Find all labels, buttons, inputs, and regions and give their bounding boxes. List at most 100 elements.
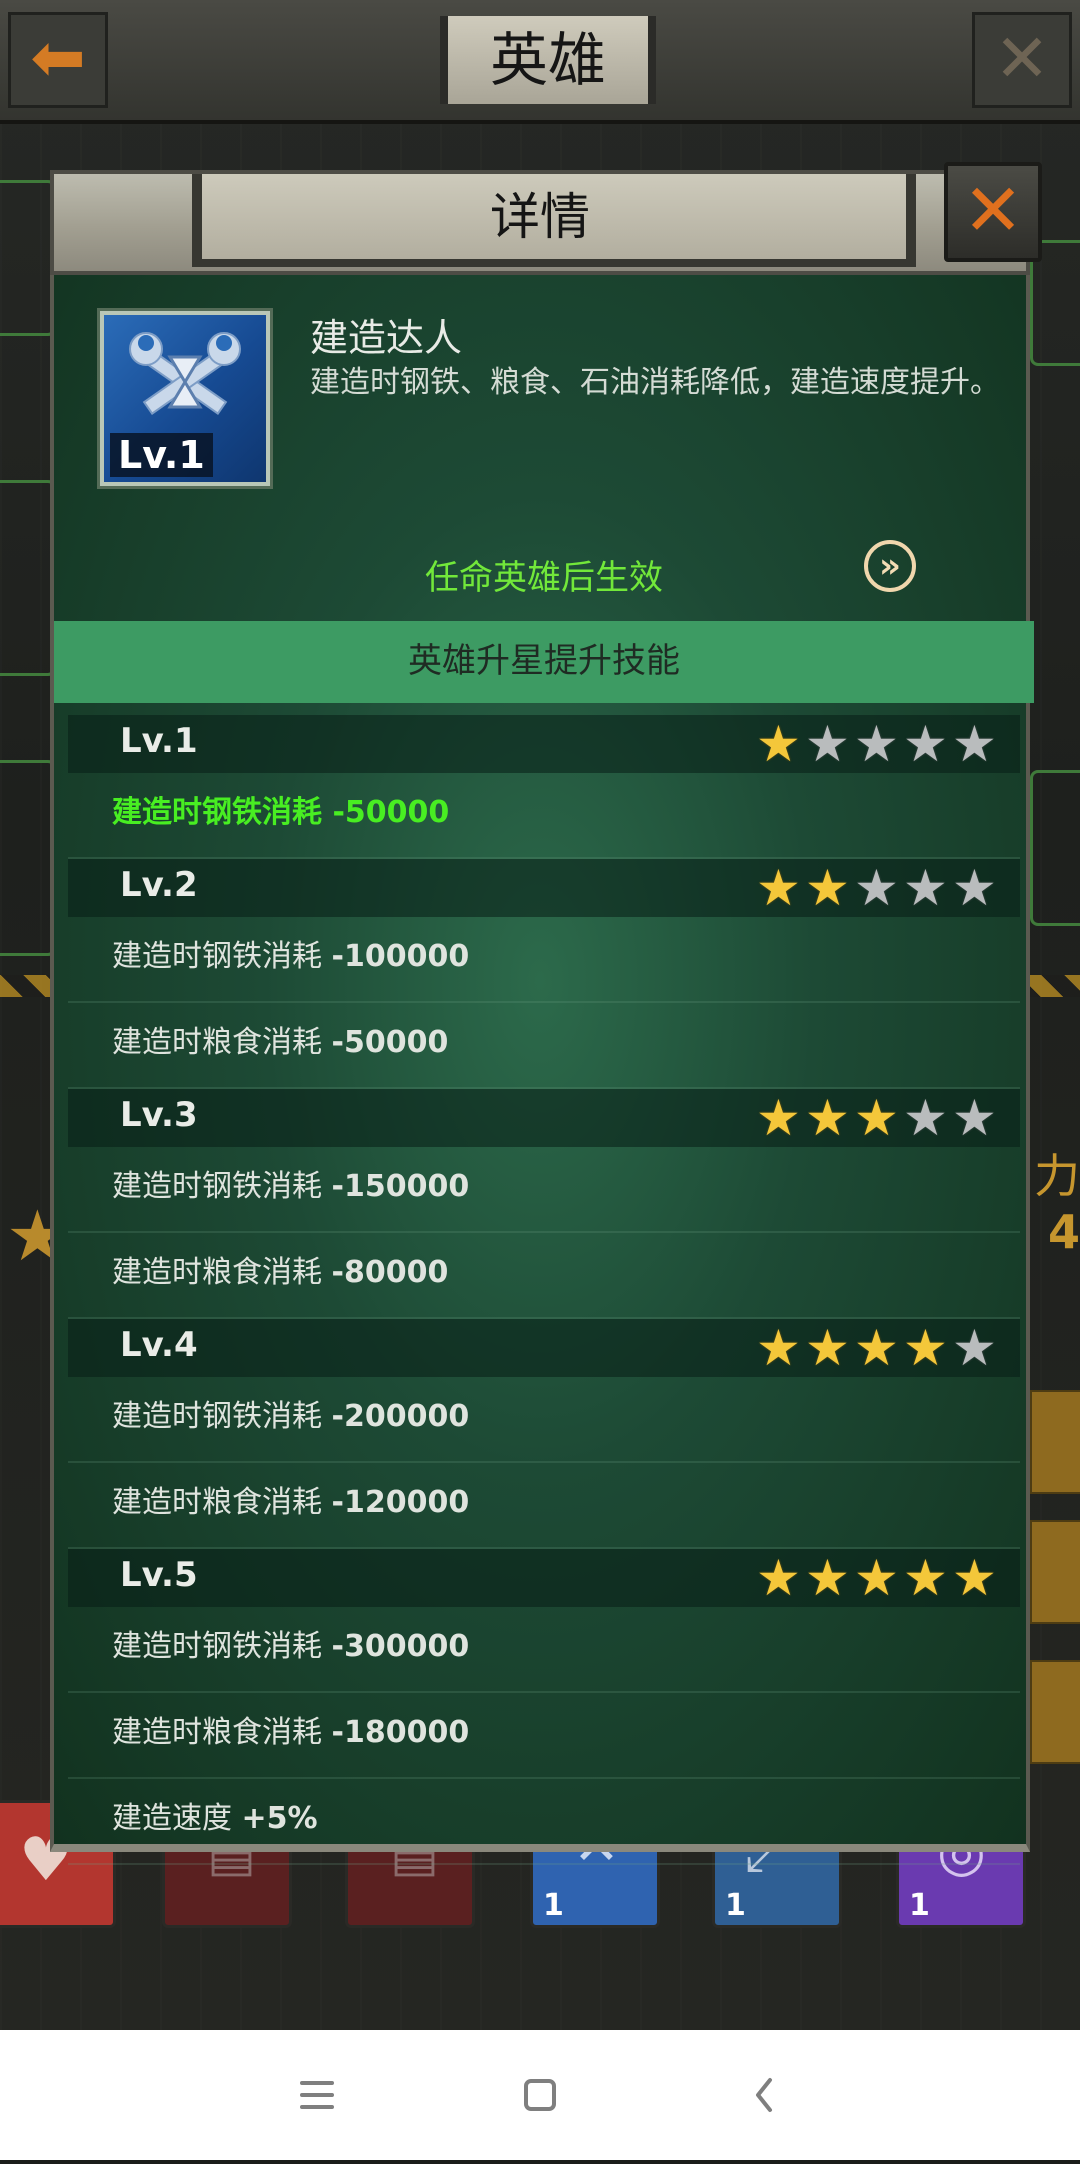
home-icon <box>524 2079 556 2111</box>
effect-text: 建造速度 +5% <box>112 1793 318 1837</box>
side-frame-right-2 <box>1030 770 1080 926</box>
star-empty-icon: ★ <box>952 859 997 917</box>
star-empty-icon: ★ <box>854 859 899 917</box>
skill-name: 建造达人 <box>310 316 463 360</box>
effect-name: 建造时粮食消耗 <box>112 1255 322 1290</box>
star-rating: ★★★★★ <box>751 715 997 773</box>
effect-row: 建造时粮食消耗 -180000 <box>68 1693 1020 1779</box>
star-filled-icon: ★ <box>854 1089 899 1147</box>
effect-value: -180000 <box>331 1715 470 1750</box>
effect-row: 建造时粮食消耗 -120000 <box>68 1463 1020 1549</box>
dialog-close-button[interactable]: ✕ <box>944 162 1042 262</box>
effect-row: 建造时钢铁消耗 -200000 <box>68 1377 1020 1463</box>
menu-icon <box>300 2081 334 2109</box>
level-list: Lv.1 ★★★★★ 建造时钢铁消耗 -50000 Lv.2 ★★★★★ 建造时钢铁消耗 … <box>68 715 1020 1865</box>
effect-name: 建造时粮食消耗 <box>112 1715 322 1750</box>
effect-value: -150000 <box>331 1169 470 1204</box>
effect-name: 建造时钢铁消耗 <box>112 795 322 830</box>
effect-text: 建造时钢铁消耗 -100000 <box>112 931 469 975</box>
wrench-hourglass-icon <box>129 332 241 415</box>
side-frame-left-3 <box>0 760 56 956</box>
skill-level-badge: Lv.1 <box>110 433 213 477</box>
level-header: Lv.5 ★★★★★ <box>68 1549 1020 1607</box>
effect-value: -100000 <box>331 939 470 974</box>
star-empty-icon: ★ <box>903 1089 948 1147</box>
skill-detail-dialog: 详情 ✕ Lv.1 建造达人 建造时钢铁、粮食、石油消耗降低，建造速度提升。 任… <box>50 162 1042 1865</box>
level-label: Lv.3 <box>120 1095 198 1135</box>
close-icon: ✕ <box>994 20 1050 97</box>
effect-text: 建造时粮食消耗 -120000 <box>112 1477 469 1521</box>
level-header: Lv.2 ★★★★★ <box>68 859 1020 917</box>
star-filled-icon: ★ <box>854 1549 899 1607</box>
effect-name: 建造时粮食消耗 <box>112 1485 322 1520</box>
effect-name: 建造时钢铁消耗 <box>112 1629 322 1664</box>
star-filled-icon: ★ <box>756 715 801 773</box>
skill-icon: Lv.1 <box>100 311 270 486</box>
tile-level: 1 <box>543 1888 564 1923</box>
effect-value: -50000 <box>332 795 450 830</box>
level-header: Lv.3 ★★★★★ <box>68 1089 1020 1147</box>
star-empty-icon: ★ <box>903 859 948 917</box>
top-bar: ⬅ 英雄 ✕ <box>0 0 1080 124</box>
effect-text: 建造时粮食消耗 -80000 <box>112 1247 448 1291</box>
side-button-3[interactable] <box>1030 1660 1080 1764</box>
screen-title: 英雄 <box>440 16 656 104</box>
screen-close-button[interactable]: ✕ <box>972 12 1072 108</box>
star-empty-icon: ★ <box>952 1089 997 1147</box>
power-value: 4 <box>1047 1205 1080 1259</box>
star-filled-icon: ★ <box>756 1319 801 1377</box>
effect-name: 建造速度 <box>112 1801 232 1836</box>
effect-value: -300000 <box>331 1629 470 1664</box>
effect-row: 建造时粮食消耗 -80000 <box>68 1233 1020 1319</box>
arrow-left-icon: ⬅ <box>30 19 86 96</box>
effect-row: 建造时钢铁消耗 -150000 <box>68 1147 1020 1233</box>
level-header: Lv.1 ★★★★★ <box>68 715 1020 773</box>
appoint-go-button[interactable]: » <box>864 540 916 592</box>
effect-row: 建造时粮食消耗 -50000 <box>68 1003 1020 1089</box>
dialog-body: Lv.1 建造达人 建造时钢铁、粮食、石油消耗降低，建造速度提升。 任命英雄后生… <box>50 275 1034 1865</box>
back-chevron-icon <box>756 2078 772 2112</box>
star-filled-icon: ★ <box>756 1089 801 1147</box>
double-chevron-right-icon: » <box>879 546 901 586</box>
upgrade-section-header: 英雄升星提升技能 <box>54 621 1034 703</box>
star-filled-icon: ★ <box>805 1089 850 1147</box>
star-rating: ★★★★★ <box>751 859 997 917</box>
side-frame-left-1 <box>0 180 56 336</box>
system-nav-bar <box>0 2030 1080 2160</box>
back-nav-button[interactable] <box>704 2030 824 2160</box>
dialog-title: 详情 <box>490 188 590 246</box>
level-label: Lv.4 <box>120 1325 198 1365</box>
star-filled-icon: ★ <box>903 1549 948 1607</box>
star-filled-icon: ★ <box>854 1319 899 1377</box>
effect-row: 建造时钢铁消耗 -300000 <box>68 1607 1020 1693</box>
home-button[interactable] <box>480 2030 600 2160</box>
effect-value: -50000 <box>331 1025 449 1060</box>
side-button-2[interactable] <box>1030 1520 1080 1624</box>
effect-value: -120000 <box>331 1485 470 1520</box>
star-rating: ★★★★★ <box>751 1319 997 1377</box>
star-filled-icon: ★ <box>756 859 801 917</box>
menu-button[interactable] <box>256 2030 376 2160</box>
effect-value: +5% <box>241 1801 318 1836</box>
level-header: Lv.4 ★★★★★ <box>68 1319 1020 1377</box>
star-rating: ★★★★★ <box>751 1089 997 1147</box>
effect-text: 建造时钢铁消耗 -300000 <box>112 1621 469 1665</box>
effect-text: 建造时粮食消耗 -50000 <box>112 1017 448 1061</box>
power-label: 力 <box>1034 1149 1080 1203</box>
level-label: Lv.1 <box>120 721 198 761</box>
level-label: Lv.2 <box>120 865 198 905</box>
effect-name: 建造时粮食消耗 <box>112 1025 322 1060</box>
tile-level: 1 <box>725 1888 746 1923</box>
effect-text: 建造时钢铁消耗 -50000 <box>112 787 449 831</box>
star-filled-icon: ★ <box>903 1319 948 1377</box>
effect-row: 建造时钢铁消耗 -100000 <box>68 917 1020 1003</box>
star-empty-icon: ★ <box>805 715 850 773</box>
star-filled-icon: ★ <box>805 1549 850 1607</box>
side-button-1[interactable] <box>1030 1390 1080 1494</box>
star-filled-icon: ★ <box>805 859 850 917</box>
star-rating: ★★★★★ <box>751 1549 997 1607</box>
effect-row: 建造速度 +5% <box>68 1779 1020 1865</box>
star-filled-icon: ★ <box>805 1319 850 1377</box>
back-button[interactable]: ⬅ <box>8 12 108 108</box>
effect-value: -80000 <box>331 1255 449 1290</box>
